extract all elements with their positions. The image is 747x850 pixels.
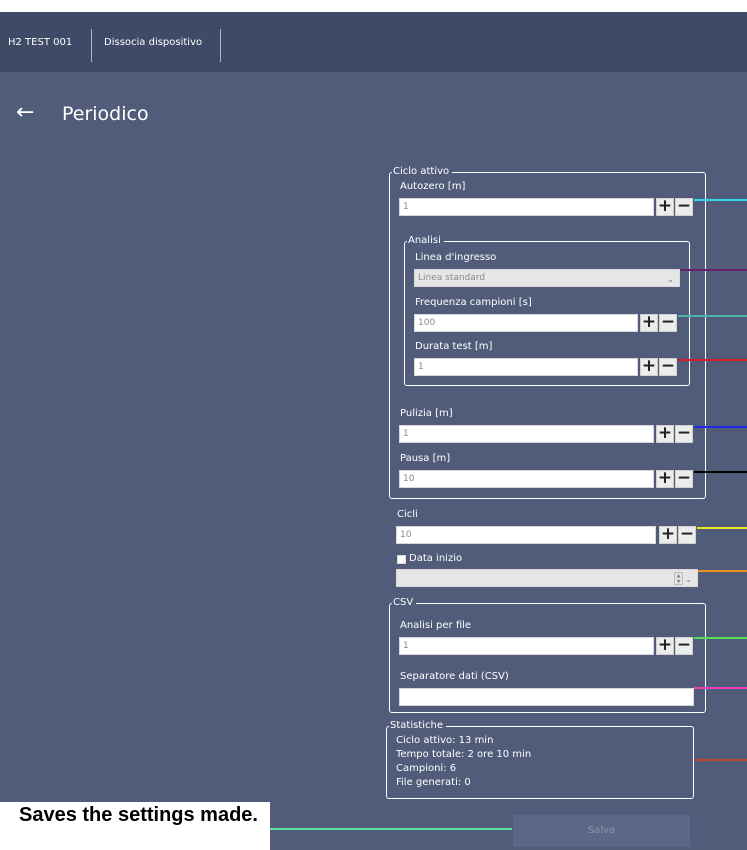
tab-divider [91,29,92,62]
top-bar: H2 TEST 001 Dissocia dispositivo [0,12,747,72]
frequenza-plus-button[interactable]: + [640,314,658,332]
device-tab-label: H2 TEST 001 [8,36,73,48]
cicli-connector [697,527,747,529]
pulizia-plus-button[interactable]: + [656,425,674,443]
chevron-down-icon: ⌄ [685,575,692,584]
pausa-label: Pausa [m] [400,453,451,464]
dissocia-dispositivo-label: Dissocia dispositivo [104,36,203,48]
tab-divider [220,29,221,62]
autozero-minus-button[interactable]: − [675,198,693,216]
frequenza-minus-button[interactable]: − [659,314,677,332]
chevron-down-icon: ⌄ [667,275,674,284]
statistiche-legend: Statistiche [389,720,446,732]
device-tab[interactable]: H2 TEST 001 [8,12,72,72]
pausa-plus-button[interactable]: + [656,470,674,488]
save-button[interactable]: Salva [513,815,690,847]
pulizia-minus-button[interactable]: − [675,425,693,443]
frequenza-input[interactable]: 100 [414,314,638,332]
pulizia-label: Pulizia [m] [400,408,453,419]
pausa-connector [694,471,747,473]
analisi-legend: Analisi [407,235,444,247]
spinner-icon: ▲ ▼ [674,572,683,585]
separatore-connector [694,687,747,689]
pulizia-connector [694,426,747,428]
stat-tempo-totale: Tempo totale: 2 ore 10 min [396,749,532,760]
pausa-minus-button[interactable]: − [675,470,693,488]
linea-ingresso-label: Linea d'ingresso [415,252,497,263]
durata-minus-button[interactable]: − [659,358,677,376]
annotation-text: Saves the settings made. [0,802,270,850]
autozero-connector [694,199,747,201]
csv-legend: CSV [392,597,417,609]
stat-campioni: Campioni: 6 [396,763,457,774]
autozero-label: Autozero [m] [400,181,466,192]
durata-connector [678,359,747,361]
dissocia-dispositivo-tab[interactable]: Dissocia dispositivo [104,12,202,72]
analisi-per-file-minus-button[interactable]: − [675,637,693,655]
linea-connector [680,269,747,271]
data-inizio-label: Data inizio [409,553,463,564]
durata-label: Durata test [m] [415,341,493,352]
separatore-input[interactable] [399,688,694,706]
analisi-per-file-input[interactable]: 1 [399,637,654,655]
analisi-per-file-connector [694,637,747,639]
data-inizio-connector [698,570,747,572]
durata-plus-button[interactable]: + [640,358,658,376]
arrow-left-icon[interactable]: ← [16,102,34,124]
pausa-input[interactable]: 10 [399,470,654,488]
autozero-input[interactable]: 1 [399,198,654,216]
page-title: Periodico [62,103,149,125]
frequenza-label: Frequenza campioni [s] [415,297,532,308]
linea-ingresso-value: Linea standard [418,273,486,283]
stat-file-generati: File generati: 0 [396,777,471,788]
cicli-minus-button[interactable]: − [678,526,696,544]
ciclo-attivo-legend: Ciclo attivo [392,166,453,178]
frequenza-connector [678,315,747,317]
cicli-plus-button[interactable]: + [659,526,677,544]
linea-ingresso-select[interactable]: Linea standard ⌄ [414,269,680,287]
cicli-input[interactable]: 10 [396,526,656,544]
separatore-label: Separatore dati (CSV) [400,671,509,682]
analisi-per-file-label: Analisi per file [400,620,472,631]
data-inizio-picker[interactable]: ▲ ▼ ⌄ [396,569,698,587]
analisi-per-file-plus-button[interactable]: + [656,637,674,655]
annotation-connector [270,828,512,830]
durata-input[interactable]: 1 [414,358,638,376]
pulizia-input[interactable]: 1 [399,425,654,443]
data-inizio-checkbox[interactable] [397,555,406,564]
autozero-plus-button[interactable]: + [656,198,674,216]
statistiche-connector [694,759,747,761]
cicli-label: Cicli [397,509,418,520]
stat-ciclo-attivo: Ciclo attivo: 13 min [396,735,494,746]
main-panel: ← Periodico Ciclo attivo Autozero [m] 1 … [0,72,747,850]
